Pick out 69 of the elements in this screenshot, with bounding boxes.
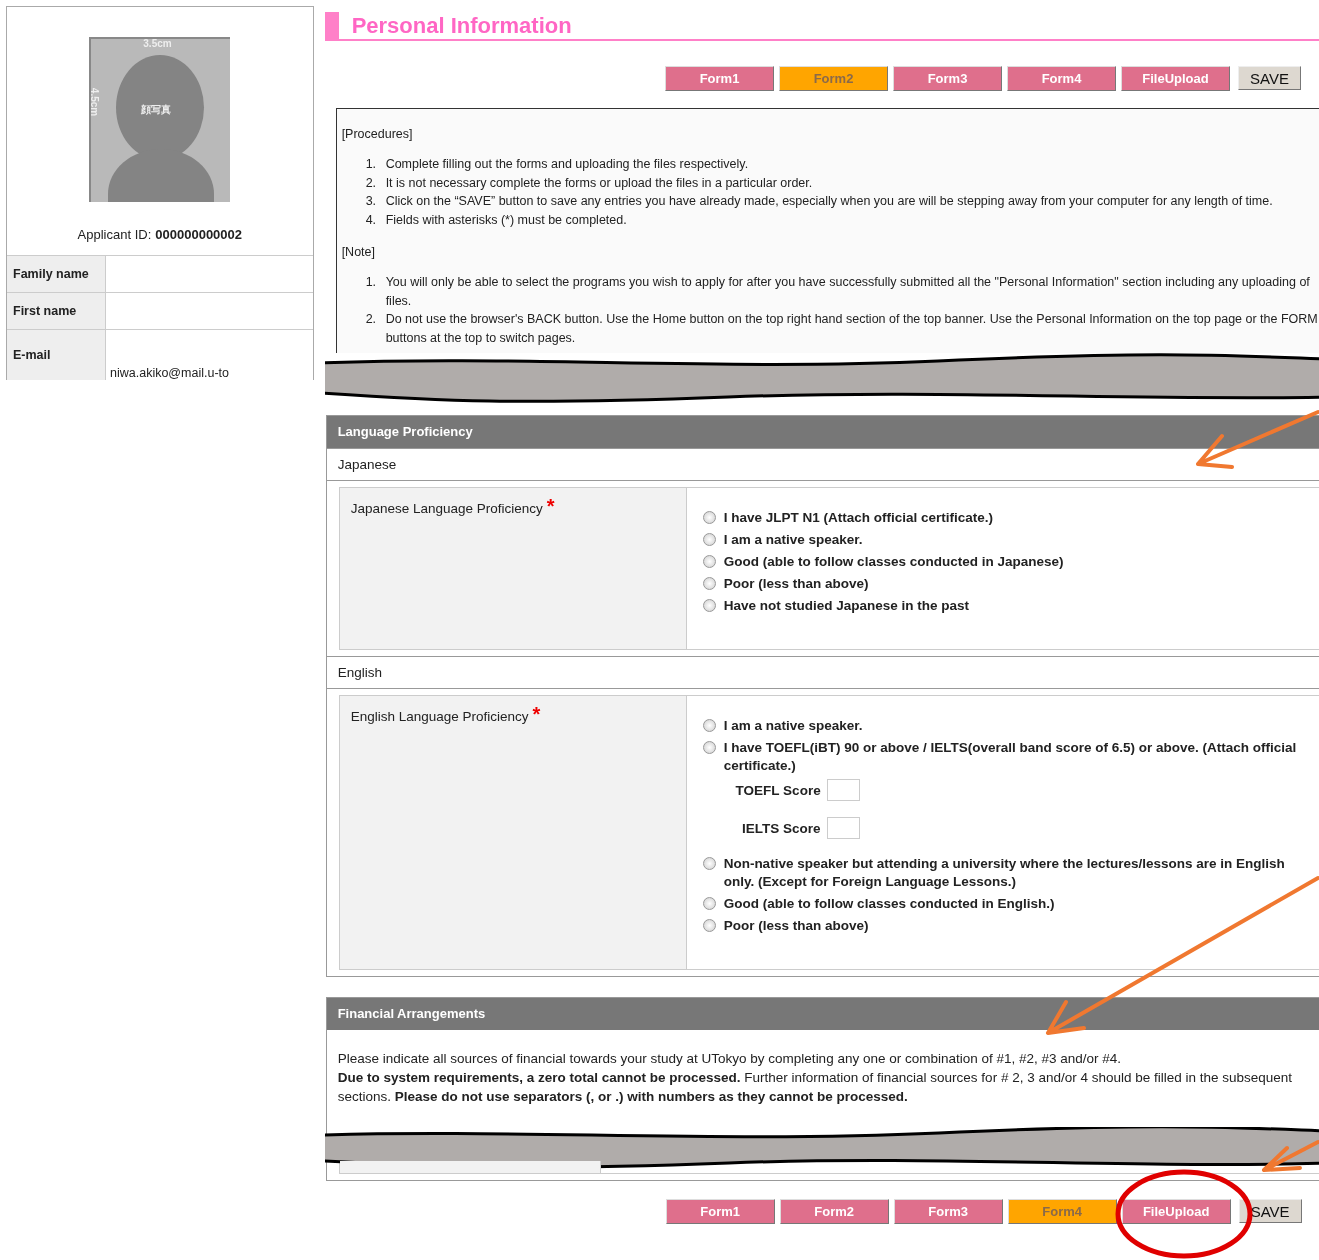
procedures-heading: [Procedures] — [341, 127, 414, 141]
note-heading: [Note] — [341, 245, 376, 259]
score-label: IELTS Score — [741, 820, 821, 836]
form-tab[interactable]: FileUpload — [1121, 1199, 1231, 1224]
option-label: Have not studied Japanese in the past — [723, 597, 969, 615]
option-label: I am a native speaker. — [723, 531, 863, 549]
list-number: 3. — [365, 194, 377, 208]
form-tab[interactable]: Form4 — [1007, 1199, 1117, 1224]
applicant-id-value: 000000000002 — [155, 227, 243, 242]
list-number: 2. — [365, 312, 377, 326]
score-label: TOEFL Score — [734, 782, 821, 798]
procedure-text: Fields with asterisks (*) must be completed. — [385, 211, 627, 229]
radio-button[interactable] — [702, 577, 716, 590]
form-tab[interactable]: Form2 — [779, 66, 888, 91]
option-label: I have JLPT N1 (Attach official certificate.) — [723, 509, 993, 527]
radio-button[interactable] — [702, 857, 716, 870]
field-label: E-mail — [7, 330, 106, 380]
group-heading: Japanese — [326, 448, 1319, 481]
option-label: I am a native speaker. — [723, 717, 863, 735]
required-asterisk: * — [532, 703, 541, 725]
section-header: Financial Arrangements — [326, 998, 1319, 1030]
option-label: I have TOEFL(iBT) 90 or above / IELTS(overall band score of 6.5) or above. (Attach official certificate.) — [723, 739, 1298, 775]
option-label: Poor (less than above) — [723, 917, 869, 935]
list-number: 1. — [365, 157, 377, 171]
field-label: Family name — [7, 256, 106, 292]
page-title: Personal Information — [324, 12, 1319, 41]
photo-caption: 顔写真 — [141, 103, 172, 117]
form-tab[interactable]: Form3 — [893, 1199, 1003, 1224]
arrow-drawing — [1262, 1140, 1319, 1172]
score-input[interactable] — [826, 817, 860, 839]
question-label: English Language Proficiency — [350, 709, 529, 724]
form-tab[interactable]: Form4 — [1007, 66, 1116, 91]
radio-button[interactable] — [702, 599, 716, 612]
form-tab[interactable]: Form3 — [893, 66, 1002, 91]
field-label: First name — [7, 293, 106, 329]
financial-note: Due to system requirements, a zero total cannot be processed. Further information of financial sources for # 2, 3 and/or 4 should be filled in the subsequent sections. Please do not use separators (, or .) with numbers as they cannot be processed. — [337, 1069, 1294, 1106]
group-heading: English — [326, 656, 1319, 689]
procedure-text: Complete filling out the forms and uploading the files respectively. — [385, 156, 749, 173]
option-label: Poor (less than above) — [723, 575, 869, 593]
procedure-text: It is not necessary complete the forms or upload the files in a particular order. — [385, 174, 813, 192]
question-label: Japanese Language Proficiency — [350, 501, 543, 516]
option-label: Good (able to follow classes conducted in Japanese) — [723, 553, 1064, 571]
applicant-id-label: Applicant ID: — [77, 227, 152, 242]
list-number: 2. — [365, 175, 377, 190]
radio-button[interactable] — [702, 741, 716, 754]
save-button[interactable]: SAVE — [1238, 1199, 1302, 1223]
radio-button[interactable] — [702, 919, 716, 932]
note-text: You will only be able to select the programs you wish to apply for after you have successfully submitted all the "Personal Information" section including any uploading of files. — [385, 274, 1311, 310]
form-tab[interactable]: Form1 — [665, 1199, 775, 1224]
list-number: 4. — [365, 212, 377, 227]
note-text: Do not use the browser's BACK button. Use the Home button on the top right hand section of the top banner. Use the Personal Information on the top page or the FORM buttons at the top to switch pages. — [385, 311, 1319, 347]
form-tab[interactable]: Form1 — [665, 66, 774, 91]
radio-button[interactable] — [702, 511, 716, 524]
form-tab[interactable]: Form2 — [779, 1199, 889, 1224]
save-button[interactable]: SAVE — [1238, 66, 1301, 90]
list-number: 1. — [365, 275, 377, 289]
option-label: Good (able to follow classes conducted in English.) — [723, 895, 1055, 913]
score-input[interactable] — [826, 779, 860, 801]
form-tab[interactable]: FileUpload — [1121, 66, 1230, 91]
section-header: Language Proficiency — [326, 416, 1319, 448]
radio-button[interactable] — [702, 555, 716, 568]
radio-button[interactable] — [702, 719, 716, 732]
radio-button[interactable] — [702, 533, 716, 546]
required-asterisk: * — [546, 495, 555, 517]
radio-button[interactable] — [702, 897, 716, 910]
field-value: niwa.akiko@mail.u-to — [110, 366, 229, 380]
procedure-text: Click on the “SAVE” button to save any entries you have already made, especially when you are will be stepping away from your computer for any length of time. — [385, 193, 1273, 210]
financial-intro: Please indicate all sources of financial towards your study at UTokyo by completing any one or combination of #1, #2, #3 and/or #4. — [337, 1050, 1123, 1068]
option-label: Non-native speaker but attending a university where the lectures/lessons are in English only. (Except for Foreign Language Lessons.) — [723, 855, 1286, 891]
